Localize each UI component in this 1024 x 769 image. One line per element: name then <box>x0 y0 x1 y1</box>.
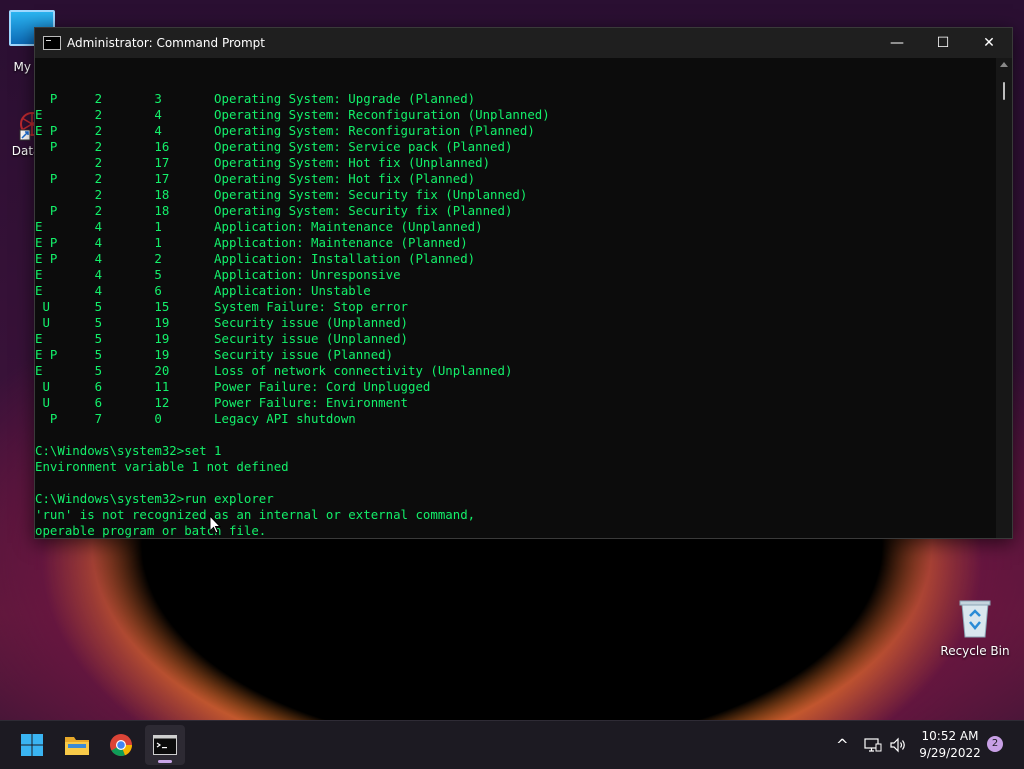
taskbar-file-explorer[interactable] <box>57 725 97 765</box>
console-line: U 6 12 Power Failure: Environment <box>35 395 408 410</box>
active-indicator <box>158 760 172 763</box>
console-line: E P 4 2 Application: Installation (Plann… <box>35 251 476 266</box>
console-line: E 5 19 Security issue (Unplanned) <box>35 331 408 346</box>
console-line: P 7 0 Legacy API shutdown <box>35 411 356 426</box>
scroll-up-icon[interactable] <box>1000 62 1008 67</box>
console-line: C:\Windows\system32>set 1 <box>35 443 222 458</box>
speaker-icon <box>890 737 905 753</box>
console-line: P 2 16 Operating System: Service pack (P… <box>35 139 513 154</box>
console-line: E 2 4 Operating System: Reconfiguration … <box>35 107 550 122</box>
clock-date: 9/29/2022 <box>919 746 981 760</box>
console-line: 'run' is not recognized as an internal o… <box>35 507 476 522</box>
console-line: C:\Windows\system32>run explorer <box>35 491 274 506</box>
chrome-icon <box>110 734 133 757</box>
console-line: P 2 18 Operating System: Security fix (P… <box>35 203 513 218</box>
minimize-button[interactable]: — <box>874 28 920 58</box>
maximize-icon: ☐ <box>936 35 950 51</box>
notification-badge[interactable]: 2 <box>987 736 1003 752</box>
maximize-button[interactable]: ☐ <box>920 28 966 58</box>
recycle-bin-icon <box>958 598 992 638</box>
vertical-scrollbar[interactable] <box>996 58 1012 538</box>
console-line: U 5 15 System Failure: Stop error <box>35 299 408 314</box>
console-line: E 5 20 Loss of network connectivity (Unp… <box>35 363 513 378</box>
console-line: E 4 1 Application: Maintenance (Unplanne… <box>35 219 483 234</box>
desktop-icon-recycle-bin[interactable]: Recycle Bin <box>940 598 1010 658</box>
window-title: Administrator: Command Prompt <box>67 36 265 50</box>
console-line: P 2 3 Operating System: Upgrade (Planned… <box>35 91 476 106</box>
windows-logo-icon <box>21 734 43 756</box>
console-line: U 5 19 Security issue (Unplanned) <box>35 315 408 330</box>
console-line: Environment variable 1 not defined <box>35 459 289 474</box>
console-line: E 4 6 Application: Unstable <box>35 283 371 298</box>
terminal-icon <box>43 36 61 50</box>
console-line: operable program or batch file. <box>35 523 267 538</box>
minimize-icon: — <box>890 35 904 51</box>
volume-button[interactable] <box>889 721 907 769</box>
taskbar-chrome[interactable] <box>101 725 141 765</box>
console-line: E P 2 4 Operating System: Reconfiguratio… <box>35 123 535 138</box>
scroll-thumb[interactable] <box>1003 82 1005 100</box>
taskbar: ^ 10:52 AM 9/29/2022 <box>0 720 1024 769</box>
mouse-pointer-icon <box>209 514 222 539</box>
console-line: 2 17 Operating System: Hot fix (Unplanne… <box>35 155 491 170</box>
console-line: E P 4 1 Application: Maintenance (Planne… <box>35 235 468 250</box>
start-button[interactable] <box>12 725 52 765</box>
console-line: E P 5 19 Security issue (Planned) <box>35 347 394 362</box>
command-prompt-window[interactable]: Administrator: Command Prompt — ☐ ✕ P 2 … <box>34 27 1013 539</box>
clock-time: 10:52 AM <box>921 729 979 743</box>
taskbar-command-prompt[interactable] <box>145 725 185 765</box>
taskbar-clock[interactable]: 10:52 AM 9/29/2022 <box>915 728 985 762</box>
network-button[interactable] <box>864 721 882 769</box>
console-line: E 4 5 Application: Unresponsive <box>35 267 401 282</box>
console-output[interactable]: P 2 3 Operating System: Upgrade (Planned… <box>35 58 996 538</box>
close-button[interactable]: ✕ <box>966 28 1012 58</box>
folder-icon <box>65 737 89 755</box>
console-line: 2 18 Operating System: Security fix (Unp… <box>35 187 528 202</box>
window-titlebar[interactable]: Administrator: Command Prompt — ☐ ✕ <box>35 28 1012 58</box>
network-icon <box>864 738 882 752</box>
show-hidden-icons-button[interactable]: ^ <box>836 721 849 769</box>
terminal-icon <box>153 735 177 755</box>
chevron-up-icon: ^ <box>836 736 849 754</box>
close-icon: ✕ <box>983 35 995 51</box>
desktop-icon-label: Recycle Bin <box>940 644 1010 658</box>
console-line: U 6 11 Power Failure: Cord Unplugged <box>35 379 431 394</box>
console-line: P 2 17 Operating System: Hot fix (Planne… <box>35 171 476 186</box>
